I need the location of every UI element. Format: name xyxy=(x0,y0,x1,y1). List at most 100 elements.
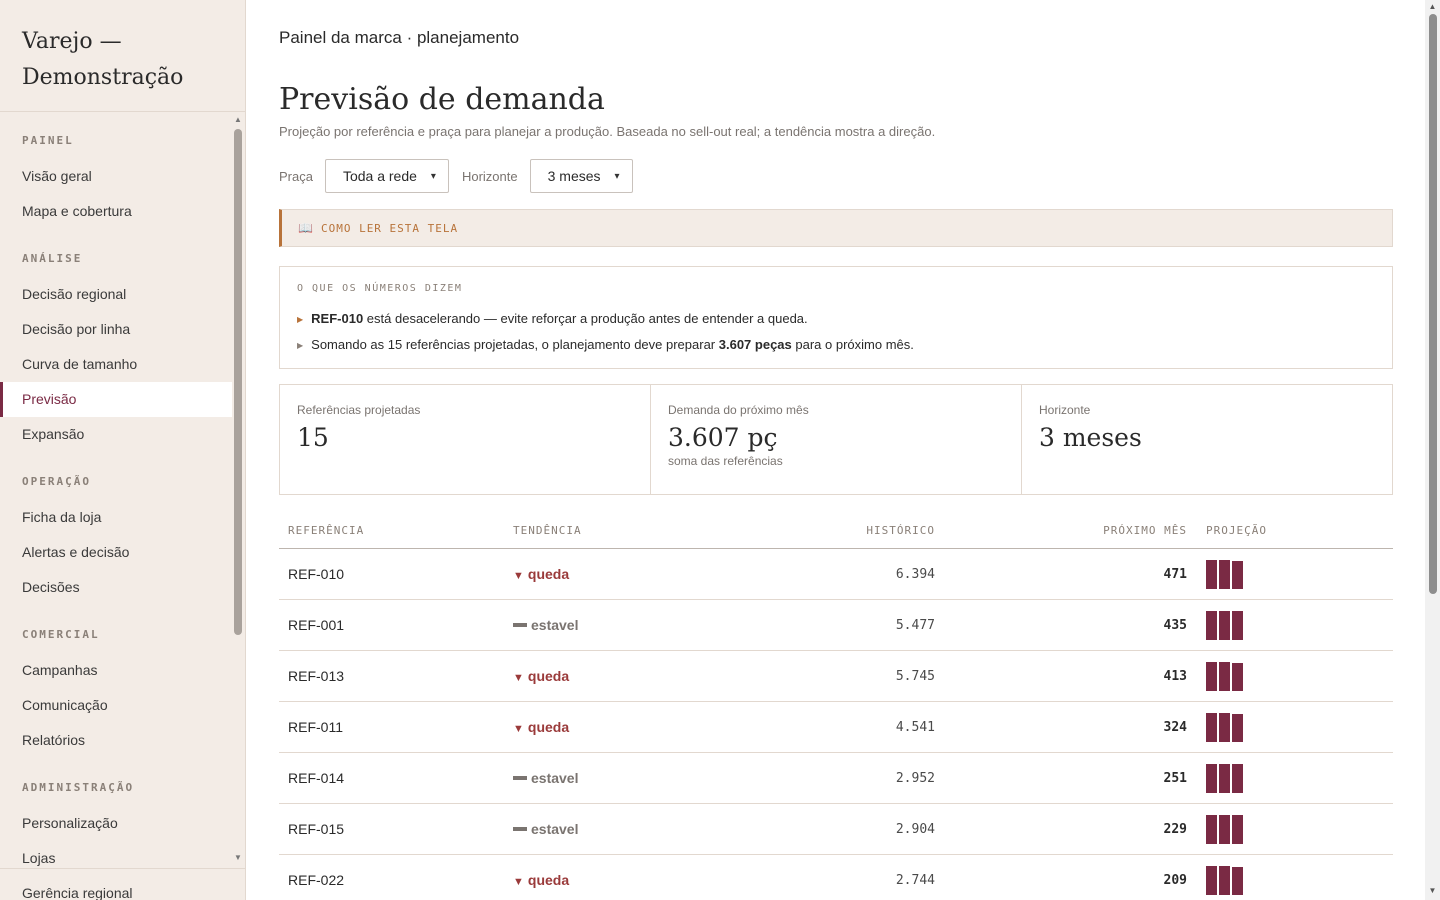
table-row[interactable]: REF-011 ▼ queda 4.541 324 xyxy=(279,702,1393,753)
scroll-down-icon[interactable]: ▼ xyxy=(1428,886,1437,895)
praca-select[interactable]: Toda a rede ▾ xyxy=(324,159,449,193)
sidebar-footer-link[interactable]: Gerência regional xyxy=(0,868,246,900)
page-subtitle: Projeção por referência e praça para pla… xyxy=(279,124,936,139)
sidebar-item-visao-geral[interactable]: Visão geral xyxy=(0,159,232,194)
scroll-up-icon[interactable]: ▲ xyxy=(1428,2,1437,11)
cell-hist: 2.744 xyxy=(895,872,935,888)
table-row[interactable]: REF-010 ▼ queda 6.394 471 xyxy=(279,549,1393,600)
sidebar: Varejo — Demonstração PAINEL Visão geral M… xyxy=(0,0,246,900)
sidebar-item-lojas[interactable]: Lojas xyxy=(0,841,232,867)
cell-next: 251 xyxy=(1163,770,1187,786)
sidebar-item-ficha-da-loja[interactable]: Ficha da loja xyxy=(0,500,232,535)
cell-next: 471 xyxy=(1163,566,1187,582)
projection-bar xyxy=(1206,559,1217,589)
kpi-card-horizon: Horizonte 3 meses xyxy=(1022,385,1392,494)
projection-sparkbars xyxy=(1187,661,1243,691)
trend-label: queda xyxy=(527,668,570,684)
header-ref[interactable]: REFERÊNCIA xyxy=(279,524,513,537)
header-hist[interactable]: HISTÓRICO xyxy=(693,524,935,537)
kpi-cards: Referências projetadas 15 Demanda do pró… xyxy=(279,384,1393,495)
how-to-read-label: COMO LER ESTA TELA xyxy=(320,221,459,235)
projection-bar xyxy=(1232,866,1243,895)
table-row[interactable]: REF-022 ▼ queda 2.744 209 xyxy=(279,855,1393,900)
insight-line-2: ▶ Somando as 15 referências projetadas, o… xyxy=(297,332,1375,358)
page-title: Previsão de demanda xyxy=(279,82,605,117)
table-row[interactable]: REF-001 estavel 5.477 435 xyxy=(279,600,1393,651)
cell-ref: REF-010 xyxy=(288,566,345,582)
sidebar-item-alertas-e-decisao[interactable]: Alertas e decisão xyxy=(0,535,232,570)
insight-2-post: para o próximo mês. xyxy=(791,337,914,352)
trend-label: estavel xyxy=(531,821,579,837)
sidebar-item-decisao-por-linha[interactable]: Decisão por linha xyxy=(0,312,232,347)
cell-hist: 4.541 xyxy=(895,719,935,735)
cell-next: 324 xyxy=(1163,719,1187,735)
kpi-value: 3.607 pç xyxy=(668,423,778,452)
trend-down-icon: ▼ xyxy=(513,723,524,735)
cell-trend: estavel xyxy=(513,821,693,837)
insight-1-ref: REF-010 xyxy=(311,311,364,326)
sidebar-item-previsao[interactable]: Previsão xyxy=(0,382,232,417)
horizonte-select-value: 3 meses xyxy=(547,168,601,184)
page-scroll-thumb[interactable] xyxy=(1429,14,1437,594)
kpi-label: Referências projetadas xyxy=(297,403,421,417)
how-to-read-panel[interactable]: 📖 COMO LER ESTA TELA xyxy=(279,209,1393,247)
table-row[interactable]: REF-013 ▼ queda 5.745 413 xyxy=(279,651,1393,702)
kpi-value: 15 xyxy=(297,423,329,452)
cell-ref: REF-015 xyxy=(288,821,345,837)
projection-bar xyxy=(1219,661,1230,691)
sidebar-item-comunicacao[interactable]: Comunicação xyxy=(0,688,232,723)
insights-box: O QUE OS NÚMEROS DIZEM ▶ REF-010 está des… xyxy=(279,266,1393,369)
page-scrollbar[interactable]: ▲ ▼ xyxy=(1425,0,1440,900)
cell-trend: ▼ queda xyxy=(513,668,693,684)
horizonte-select[interactable]: 3 meses ▾ xyxy=(529,159,633,193)
cell-next: 435 xyxy=(1163,617,1187,633)
scroll-up-icon[interactable]: ▲ xyxy=(233,115,243,125)
projection-bar xyxy=(1219,610,1230,640)
projection-bar xyxy=(1232,560,1243,589)
chevron-down-icon: ▾ xyxy=(614,170,620,182)
projection-bar xyxy=(1206,814,1217,844)
sidebar-item-decisao-regional[interactable]: Decisão regional xyxy=(0,277,232,312)
nav-section-title: PAINEL xyxy=(22,134,74,147)
sidebar-item-decisoes[interactable]: Decisões xyxy=(0,570,232,605)
projection-bar xyxy=(1232,814,1243,844)
cell-hist: 2.904 xyxy=(895,821,935,837)
sidebar-item-relatorios[interactable]: Relatórios xyxy=(0,723,232,758)
sidebar-scrollbar[interactable]: ▲ ▼ xyxy=(232,113,244,867)
praca-select-value: Toda a rede xyxy=(342,168,417,184)
cell-hist: 5.477 xyxy=(895,617,935,633)
breadcrumb: Painel da marca · planejamento xyxy=(279,28,520,47)
projection-bar xyxy=(1219,559,1230,589)
scroll-down-icon[interactable]: ▼ xyxy=(233,853,243,863)
table-row[interactable]: REF-015 estavel 2.904 229 xyxy=(279,804,1393,855)
kpi-note: soma das referências xyxy=(668,454,783,468)
table-row[interactable]: REF-014 estavel 2.952 251 xyxy=(279,753,1393,804)
projection-sparkbars xyxy=(1187,610,1243,640)
sidebar-scroll-thumb[interactable] xyxy=(234,129,242,635)
brand-title-line2: Demonstração xyxy=(22,65,184,90)
sidebar-item-mapa-e-cobertura[interactable]: Mapa e cobertura xyxy=(0,194,232,229)
header-next[interactable]: PRÓXIMO MÊS xyxy=(935,524,1187,537)
praca-label: Praça xyxy=(279,168,313,184)
cell-hist: 6.394 xyxy=(895,566,935,582)
projection-sparkbars xyxy=(1187,559,1243,589)
cell-next: 413 xyxy=(1163,668,1187,684)
trend-down-icon: ▼ xyxy=(513,672,524,684)
sidebar-item-personalizacao[interactable]: Personalização xyxy=(0,806,232,841)
insights-heading: O QUE OS NÚMEROS DIZEM xyxy=(297,283,463,294)
projection-bar xyxy=(1206,610,1217,640)
projection-sparkbars xyxy=(1187,712,1243,742)
book-icon: 📖 xyxy=(298,221,313,235)
projection-sparkbars xyxy=(1187,763,1243,793)
header-trend[interactable]: TENDÊNCIA xyxy=(513,524,693,537)
projection-sparkbars xyxy=(1187,814,1243,844)
sidebar-item-curva-de-tamanho[interactable]: Curva de tamanho xyxy=(0,347,232,382)
horizonte-label: Horizonte xyxy=(461,168,518,184)
sidebar-item-expansao[interactable]: Expansão xyxy=(0,417,232,452)
cell-trend: estavel xyxy=(513,617,693,633)
filters-bar: Praça Toda a rede ▾ Horizonte 3 meses ▾ xyxy=(279,159,646,193)
sidebar-item-campanhas[interactable]: Campanhas xyxy=(0,653,232,688)
